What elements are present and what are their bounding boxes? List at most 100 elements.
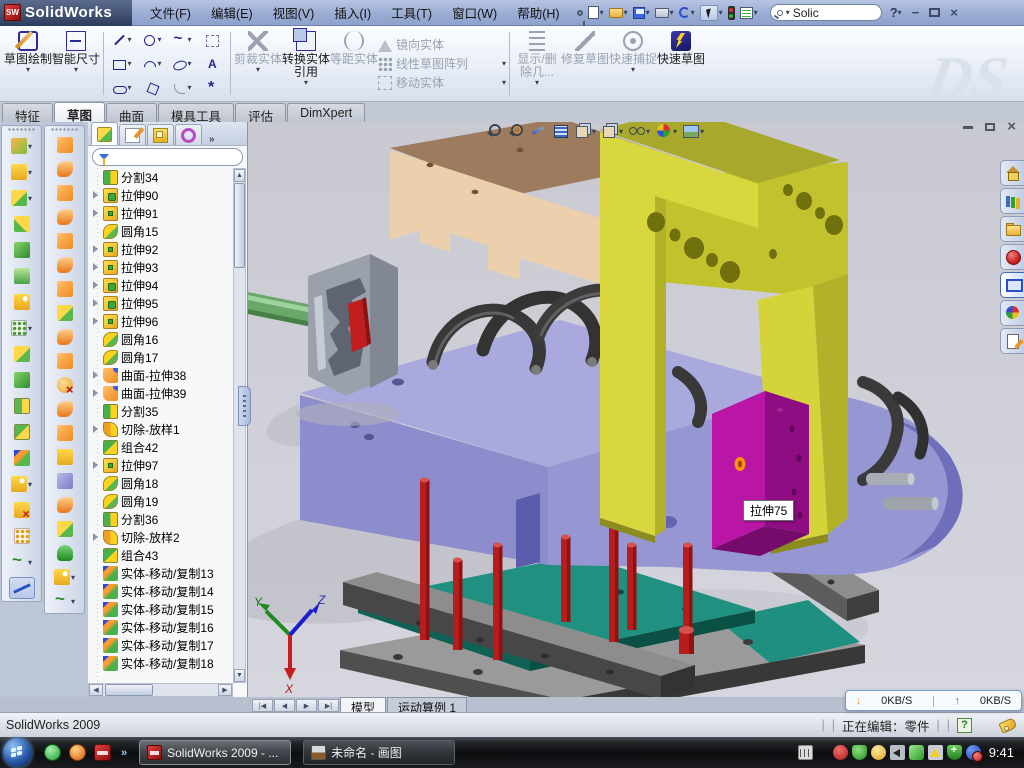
ribbon-tab[interactable]: 评估 (235, 103, 286, 122)
tree-item[interactable]: 拉伸93 (91, 258, 247, 276)
ribbon-tab[interactable]: 特征 (2, 103, 53, 122)
tree-item[interactable]: 实体-移动/复制13 (91, 564, 247, 582)
tree-item[interactable]: 实体-移动/复制15 (91, 600, 247, 618)
toolbar-button[interactable] (2, 289, 41, 315)
expand-arrow-icon[interactable] (93, 533, 98, 541)
toolbar-button[interactable]: ▾ (678, 6, 696, 19)
tree-item[interactable]: 实体-移动/复制16 (91, 618, 247, 636)
toolbar-button[interactable] (727, 5, 736, 21)
toolbar-button[interactable]: ▾ (2, 133, 41, 159)
menu-item[interactable]: 编辑(E) (201, 0, 263, 26)
view-tool-button[interactable] (530, 123, 547, 139)
search-input[interactable]: Solic (793, 6, 819, 20)
solidworks-launch-icon[interactable] (94, 744, 111, 761)
command-row-button[interactable]: 镜向实体 (378, 36, 506, 53)
toolbar-button[interactable] (45, 133, 84, 157)
command-button[interactable]: 剪裁实体 ▾ (234, 28, 282, 99)
taskbar-window-button[interactable]: SolidWorks 2009 - ... (139, 740, 291, 765)
tree-item[interactable]: 曲面-拉伸39 (91, 384, 247, 402)
doc-restore-button[interactable] (985, 123, 995, 131)
next-tab-button[interactable]: ▶ (296, 699, 317, 712)
toolbar-button[interactable] (2, 341, 41, 367)
restore-button[interactable] (929, 8, 940, 17)
tag-icon[interactable] (998, 717, 1017, 734)
tree-item[interactable]: 拉伸92 (91, 240, 247, 258)
toolbar-button[interactable] (45, 517, 84, 541)
start-button[interactable] (3, 738, 32, 767)
sketch-text-icon[interactable] (197, 52, 227, 76)
quick-tips-icon[interactable]: ? (957, 718, 972, 733)
ribbon-tab[interactable]: 模具工具 (158, 103, 234, 122)
tree-item[interactable]: 实体-移动/复制14 (91, 582, 247, 600)
tree-item[interactable]: 组合42 (91, 438, 247, 456)
toolbar-button[interactable] (2, 237, 41, 263)
update-badge-icon[interactable] (871, 745, 886, 760)
toolbar-button[interactable] (2, 393, 41, 419)
expand-arrow-icon[interactable] (93, 281, 98, 289)
toolbar-button[interactable] (45, 205, 84, 229)
arc-icon[interactable]: ▾ (137, 52, 167, 76)
view-tool-button[interactable] (508, 123, 525, 139)
view-tool-button[interactable]: ▾ (655, 123, 677, 139)
circle-icon[interactable]: ▾ (137, 28, 167, 52)
toolbar-button[interactable]: ▾ (2, 549, 41, 575)
line-icon[interactable]: ▾ (107, 28, 137, 52)
view-tool-button[interactable] (486, 123, 503, 139)
tree-item[interactable]: 圆角15 (91, 222, 247, 240)
toolbar-button[interactable] (45, 157, 84, 181)
toolbar-button[interactable] (45, 421, 84, 445)
toolbar-button[interactable] (45, 181, 84, 205)
tab-dimxpert-manager[interactable] (175, 124, 202, 145)
help-dropdown-icon[interactable]: ▾ (898, 8, 902, 17)
tree-item[interactable]: 圆角19 (91, 492, 247, 510)
expand-arrow-icon[interactable] (93, 191, 98, 199)
tree-item[interactable]: 实体-移动/复制17 (91, 636, 247, 654)
task-pane-tab[interactable] (1000, 188, 1024, 214)
ribbon-tab[interactable]: 草图 (54, 102, 105, 122)
toolbar-button[interactable]: ▾ (45, 565, 84, 589)
sync-icon[interactable] (966, 745, 981, 760)
toolbar-button[interactable] (45, 469, 84, 493)
security-shield-icon[interactable] (852, 745, 867, 760)
dropdown-arrow-icon[interactable]: ▾ (670, 8, 674, 17)
tab-configuration-manager[interactable] (147, 124, 174, 145)
toolbar-button[interactable] (45, 445, 84, 469)
toolbar-button[interactable] (2, 263, 41, 289)
document-tab[interactable]: 模型 (340, 697, 386, 712)
dropdown-arrow-icon[interactable]: ▾ (754, 8, 758, 17)
more-tabs-chevron[interactable]: » (209, 134, 215, 145)
tree-item[interactable]: 分割34 (91, 168, 247, 186)
view-tool-button[interactable]: ▾ (628, 123, 650, 139)
toolbar-button[interactable] (2, 497, 41, 523)
filter-input[interactable] (92, 148, 243, 166)
slot-icon[interactable]: ▾ (107, 76, 137, 100)
ribbon-tab[interactable]: DimXpert (287, 103, 365, 122)
sketch-fillet-icon[interactable]: ▾ (167, 76, 197, 100)
point-icon[interactable] (197, 76, 227, 100)
task-pane-tab[interactable] (1000, 300, 1024, 326)
expand-arrow-icon[interactable] (93, 317, 98, 325)
toolbar-button[interactable] (45, 397, 84, 421)
prev-tab-button[interactable]: ◀ (274, 699, 295, 712)
toolbar-button[interactable] (576, 9, 584, 17)
tree-horizontal-scrollbar[interactable]: ◀ ▶ (88, 683, 233, 697)
expand-arrow-icon[interactable] (93, 299, 98, 307)
tree-item[interactable]: 拉伸97 (91, 456, 247, 474)
graphics-viewport[interactable]: Y Z X (248, 122, 1024, 697)
dropdown-arrow-icon[interactable]: ▾ (719, 8, 723, 17)
command-button[interactable]: 智能尺寸 ▾ (52, 28, 100, 99)
task-pane-tab[interactable] (1000, 160, 1024, 186)
toolbar-button[interactable] (45, 349, 84, 373)
task-pane-tab[interactable] (1000, 216, 1024, 242)
scroll-left-button[interactable]: ◀ (89, 684, 103, 696)
toolbar-button[interactable] (2, 367, 41, 393)
scroll-up-button[interactable]: ▲ (234, 169, 245, 182)
task-pane-tab[interactable] (1000, 272, 1024, 298)
tree-item[interactable]: 拉伸96 (91, 312, 247, 330)
dropdown-arrow-icon[interactable]: ▾ (646, 8, 650, 17)
panel-splitter-handle[interactable] (238, 386, 251, 426)
expand-arrow-icon[interactable] (93, 425, 98, 433)
toolbar-button[interactable] (2, 445, 41, 471)
toolbar-button[interactable] (2, 575, 41, 601)
spline-icon[interactable]: ▾ (167, 28, 197, 52)
